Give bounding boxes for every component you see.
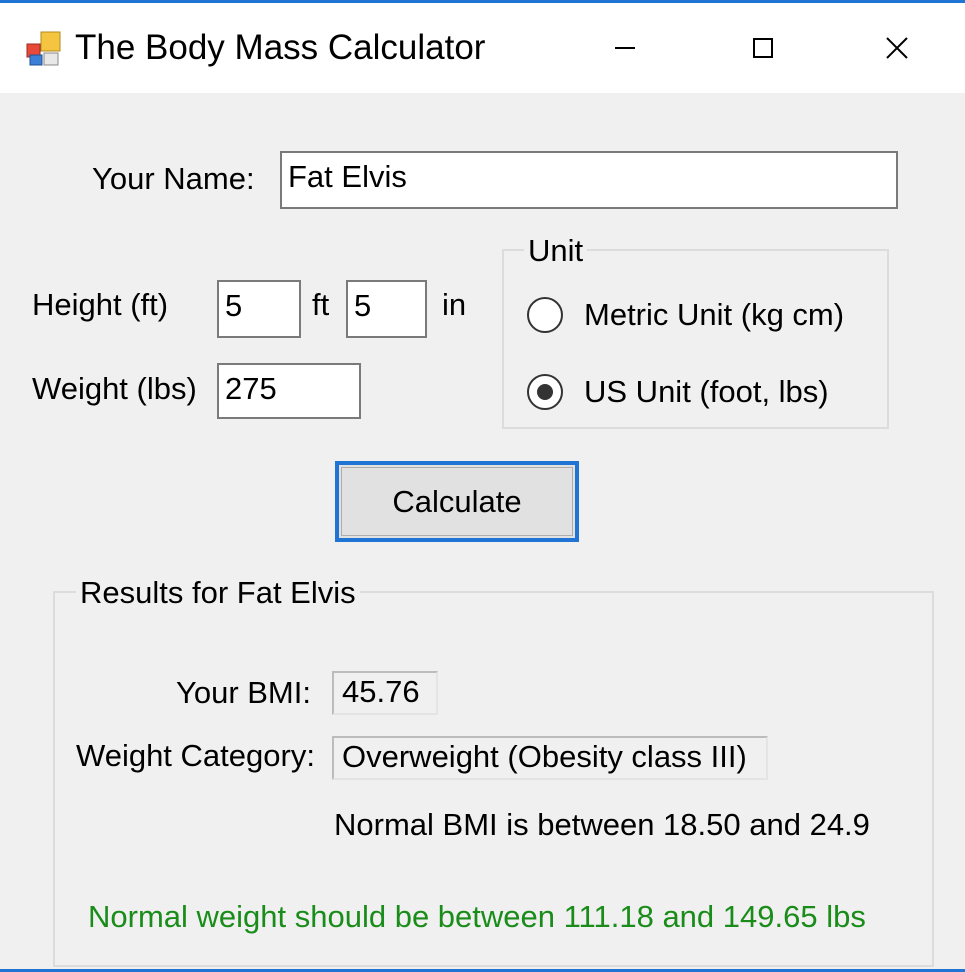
weight-input[interactable]: 275: [217, 363, 361, 419]
app-icon: [26, 31, 61, 66]
metric-unit-label[interactable]: Metric Unit (kg cm): [584, 299, 844, 330]
bmi-value: 45.76: [332, 671, 438, 715]
name-input[interactable]: Fat Elvis: [280, 151, 898, 209]
feet-unit-label: ft: [312, 287, 330, 322]
radio-selected-dot: [537, 384, 553, 400]
maximize-button[interactable]: [693, 3, 831, 93]
bmi-label: Your BMI:: [176, 675, 311, 710]
title-bar[interactable]: The Body Mass Calculator: [0, 3, 965, 93]
radio-button-selected[interactable]: [527, 374, 563, 410]
weight-category-value: Overweight (Obesity class III): [332, 736, 768, 780]
normal-bmi-text: Normal BMI is between 18.50 and 24.9: [334, 807, 870, 842]
results-group-title: Results for Fat Elvis: [76, 577, 360, 608]
radio-button[interactable]: [527, 297, 563, 333]
calculate-button-label: Calculate: [392, 484, 522, 519]
height-feet-input[interactable]: 5: [217, 280, 301, 338]
height-inches-input[interactable]: 5: [346, 280, 427, 338]
normal-weight-text: Normal weight should be between 111.18 a…: [88, 899, 866, 934]
minimize-icon: [615, 47, 635, 49]
height-label: Height (ft): [32, 287, 169, 322]
weight-category-label: Weight Category:: [76, 738, 315, 773]
inches-unit-label: in: [442, 287, 467, 322]
maximize-icon: [753, 38, 773, 58]
close-button[interactable]: [827, 3, 965, 93]
close-icon: [886, 37, 908, 59]
window-title: The Body Mass Calculator: [75, 28, 486, 67]
bmi-calculator-window: The Body Mass Calculator Your Name: Fat …: [0, 0, 965, 972]
calculate-button[interactable]: Calculate: [335, 461, 579, 542]
us-unit-label[interactable]: US Unit (foot, lbs): [584, 376, 829, 407]
unit-group-title: Unit: [524, 235, 588, 266]
name-label: Your Name:: [92, 161, 255, 196]
minimize-button[interactable]: [555, 3, 693, 93]
weight-label: Weight (lbs): [32, 371, 197, 406]
